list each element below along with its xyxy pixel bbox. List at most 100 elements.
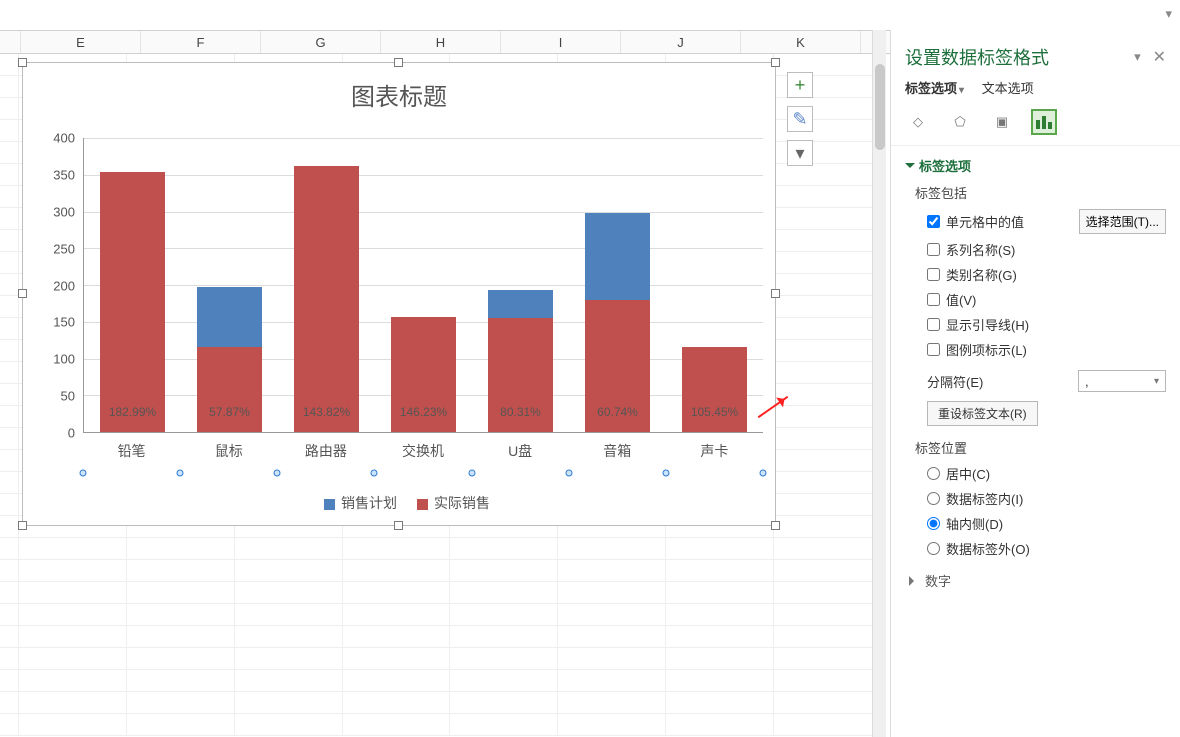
data-label[interactable]: 105.45% [691,405,738,419]
section-title: 标签选项 [919,156,971,175]
resize-handle[interactable] [18,521,27,530]
plus-icon: + [795,75,806,96]
data-label[interactable]: 182.99% [109,405,156,419]
radio-center[interactable] [927,467,940,480]
chk-category-name[interactable] [927,268,940,281]
chart-title[interactable]: 图表标题 [23,77,775,112]
y-tick: 300 [53,204,75,219]
reset-label-text-button[interactable]: 重设标签文本(R) [927,401,1038,426]
radio-inside-base[interactable] [927,517,940,530]
x-tick-label: 声卡 [666,438,763,461]
resize-handle[interactable] [394,521,403,530]
plot-area[interactable]: 050100150200250300350400 182.99%57.87%14… [43,138,763,455]
x-axis-labels: 铅笔鼠标路由器交换机U盘音箱声卡 [83,438,763,461]
tab-label: 标签选项 [905,81,957,96]
y-tick: 100 [53,352,75,367]
chk-cell-value[interactable] [927,215,940,228]
x-tick-label: 铅笔 [83,438,180,461]
chk-value-label: 值(V) [946,290,976,309]
format-pane: 设置数据标签格式 ▾ ✕ 标签选项▾ 文本选项 ◇ ⬠ ▣ 标签选项 标签包括 … [890,30,1180,737]
legend-label-plan: 销售计划 [341,495,397,511]
plot: 182.99% 57.87% 143.82% 146.23% 80.31% 60.74% 1… [83,138,763,433]
size-icon[interactable]: ▣ [989,109,1015,135]
chart-elements-button[interactable]: + [787,72,813,98]
bar-group[interactable]: 57.87% [181,138,278,432]
y-axis: 050100150200250300350400 [43,138,79,433]
resize-handle[interactable] [18,58,27,67]
y-tick: 200 [53,278,75,293]
chk-show-leader-label: 显示引导线(H) [946,315,1029,334]
y-tick: 50 [61,389,75,404]
separator-select[interactable]: ,▾ [1078,370,1166,392]
vertical-scrollbar[interactable] [872,30,886,737]
column-header[interactable]: F [141,31,261,53]
x-tick-label: 路由器 [277,438,374,461]
chart-object[interactable]: 图表标题 050100150200250300350400 182.99%57.… [22,62,776,526]
chk-series-name[interactable] [927,243,940,256]
resize-handle[interactable] [18,289,27,298]
chart-filter-button[interactable]: ▾ [787,140,813,166]
chk-legend-key-label: 图例项标示(L) [946,340,1027,359]
resize-handle[interactable] [394,58,403,67]
y-tick: 400 [53,131,75,146]
x-tick-label: 交换机 [374,438,471,461]
y-tick: 150 [53,315,75,330]
bar-group[interactable]: 105.45% [666,138,763,432]
section-number[interactable]: 数字 [905,561,1166,594]
tab-label-options[interactable]: 标签选项▾ [905,78,964,97]
x-tick-label: 音箱 [569,438,666,461]
data-label[interactable]: 146.23% [400,405,447,419]
ribbon-collapse-icon[interactable]: ▾ [1165,6,1172,22]
legend[interactable]: 销售计划 实际销售 [23,493,775,513]
section-number-label: 数字 [925,571,951,590]
label-position-header: 标签位置 [915,438,1166,457]
fill-icon[interactable]: ◇ [905,109,931,135]
radio-inside-end[interactable] [927,492,940,505]
column-header[interactable]: K [741,31,861,53]
radio-inside-base-label: 轴内侧(D) [946,514,1003,533]
legend-swatch-plan [324,499,335,510]
chk-value[interactable] [927,293,940,306]
column-header[interactable]: I [501,31,621,53]
chk-legend-key[interactable] [927,343,940,356]
data-label[interactable]: 57.87% [209,405,250,419]
resize-handle[interactable] [771,289,780,298]
radio-outside-end-label: 数据标签外(O) [946,539,1030,558]
bar-group[interactable]: 143.82% [278,138,375,432]
expand-icon [909,576,919,586]
chart-styles-button[interactable]: ✎ [787,106,813,132]
chart-options-icon[interactable] [1031,109,1057,135]
separator-label: 分隔符(E) [927,372,983,391]
legend-swatch-actual [417,499,428,510]
bar-group[interactable]: 146.23% [375,138,472,432]
effects-icon[interactable]: ⬠ [947,109,973,135]
data-label[interactable]: 80.31% [500,405,541,419]
resize-handle[interactable] [771,521,780,530]
bar-group[interactable]: 80.31% [472,138,569,432]
column-header[interactable]: J [621,31,741,53]
radio-inside-end-label: 数据标签内(I) [946,489,1023,508]
select-range-button[interactable]: 选择范围(T)... [1079,209,1166,234]
brush-icon: ✎ [792,109,807,130]
column-header[interactable]: H [381,31,501,53]
label-contains-header: 标签包括 [915,183,1166,202]
bar-group[interactable]: 182.99% [84,138,181,432]
column-headers: EFGHIJKL [0,30,981,54]
column-header[interactable]: G [261,31,381,53]
data-label[interactable]: 60.74% [597,405,638,419]
scroll-thumb[interactable] [875,64,885,150]
y-tick: 250 [53,241,75,256]
pane-options-dropdown[interactable]: ▾ [1134,49,1141,65]
radio-outside-end[interactable] [927,542,940,555]
x-tick-label: U盘 [472,438,569,461]
pane-close-button[interactable]: ✕ [1149,47,1170,67]
bar-group[interactable]: 60.74% [569,138,666,432]
chevron-down-icon: ▾ [1154,376,1159,387]
chk-show-leader[interactable] [927,318,940,331]
data-label[interactable]: 143.82% [303,405,350,419]
tab-text-options[interactable]: 文本选项 [982,78,1034,97]
section-label-options[interactable]: 标签选项 [905,156,1166,175]
resize-handle[interactable] [771,58,780,67]
expand-icon [905,163,915,173]
column-header[interactable]: E [21,31,141,53]
